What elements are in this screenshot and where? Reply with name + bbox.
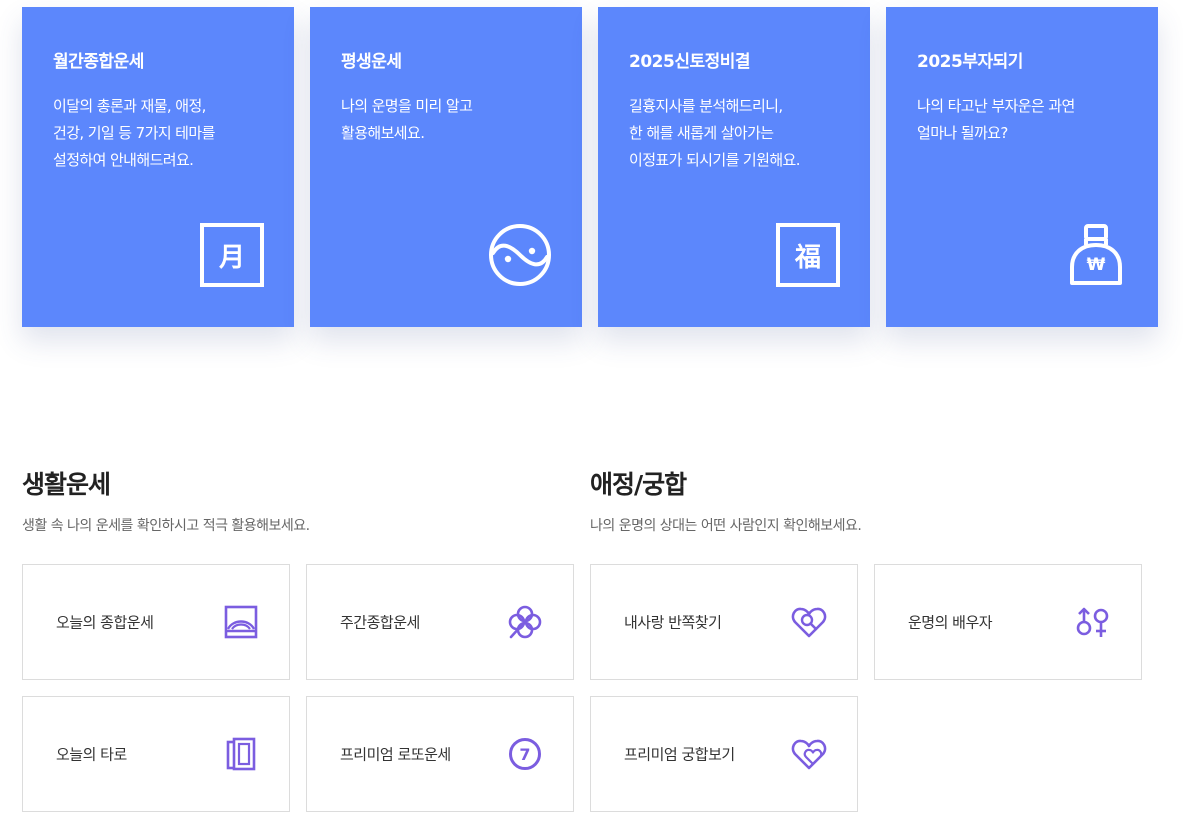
card-label: 오늘의 타로 [56,745,127,764]
featured-fortune-cards: 월간종합운세 이달의 총론과 재물, 애정, 건강, 기일 등 7가지 테마를 … [22,7,1158,327]
clover-icon [507,604,543,640]
fortune-bok-icon: 福 [776,223,840,287]
card-label: 주간종합운세 [340,613,420,632]
double-heart-icon [791,736,827,772]
heart-search-icon [791,604,827,640]
card-description: 길흉지사를 분석해드리니, 한 해를 새롭게 살아가는 이정표가 되시기를 기원… [629,97,801,169]
find-my-love-card[interactable]: 내사랑 반쪽찾기 [590,564,858,680]
premium-lotto-card[interactable]: 프리미엄 로또운세 7 [306,696,574,812]
card-label: 프리미엄 로또운세 [340,745,451,764]
page: 월간종합운세 이달의 총론과 재물, 애정, 건강, 기일 등 7가지 테마를 … [0,0,1183,829]
lotto-number: 7 [519,744,531,764]
card-tojeong-fortune[interactable]: 2025신토정비결 길흉지사를 분석해드리니, 한 해를 새롭게 살아가는 이정… [598,7,870,327]
card-title: 2025부자되기 [917,52,1023,72]
card-label: 프리미엄 궁합보기 [624,745,735,764]
sunrise-frame-icon [223,604,259,640]
card-label: 운명의 배우자 [908,613,993,632]
tarot-cards-icon [223,736,259,772]
card-label: 오늘의 종합운세 [56,613,154,632]
section-title: 애정/궁합 [590,470,687,499]
premium-compatibility-card[interactable]: 프리미엄 궁합보기 [590,696,858,812]
card-title: 월간종합운세 [53,52,144,72]
life-fortune-section: 생활운세 생활 속 나의 운세를 확인하시고 적극 활용해보세요. [22,465,310,535]
love-compatibility-section: 애정/궁합 나의 운명의 상대는 어떤 사람인지 확인해보세요. [590,465,862,535]
card-description: 나의 타고난 부자운은 과연 얼마나 될까요? [917,97,1075,142]
bok-glyph: 福 [776,223,840,287]
lotto-seven-icon: 7 [507,736,543,772]
card-description: 나의 운명을 미리 알고 활용해보세요. [341,97,473,142]
won-glyph: ₩ [1086,255,1106,275]
card-label: 내사랑 반쪽찾기 [624,613,722,632]
card-title: 평생운세 [341,52,402,72]
gender-couple-icon [1075,604,1111,640]
calendar-month-icon: 月 [200,223,264,287]
today-tarot-card[interactable]: 오늘의 타로 [22,696,290,812]
weekly-fortune-card[interactable]: 주간종합운세 [306,564,574,680]
card-description: 이달의 총론과 재물, 애정, 건강, 기일 등 7가지 테마를 설정하여 안내… [53,97,215,169]
today-fortune-card[interactable]: 오늘의 종합운세 [22,564,290,680]
destined-spouse-card[interactable]: 운명의 배우자 [874,564,1142,680]
card-lifetime-fortune[interactable]: 평생운세 나의 운명을 미리 알고 활용해보세요. [310,7,582,327]
money-bag-icon: ₩ [1064,223,1128,287]
card-monthly-fortune[interactable]: 월간종합운세 이달의 총론과 재물, 애정, 건강, 기일 등 7가지 테마를 … [22,7,294,327]
section-subtitle: 생활 속 나의 운세를 확인하시고 적극 활용해보세요. [22,518,310,534]
section-subtitle: 나의 운명의 상대는 어떤 사람인지 확인해보세요. [590,518,862,534]
card-title: 2025신토정비결 [629,52,751,72]
section-title: 생활운세 [22,470,111,499]
card-wealth-fortune[interactable]: 2025부자되기 나의 타고난 부자운은 과연 얼마나 될까요? ₩ [886,7,1158,327]
month-glyph: 月 [200,223,264,287]
yin-yang-icon [488,223,552,287]
